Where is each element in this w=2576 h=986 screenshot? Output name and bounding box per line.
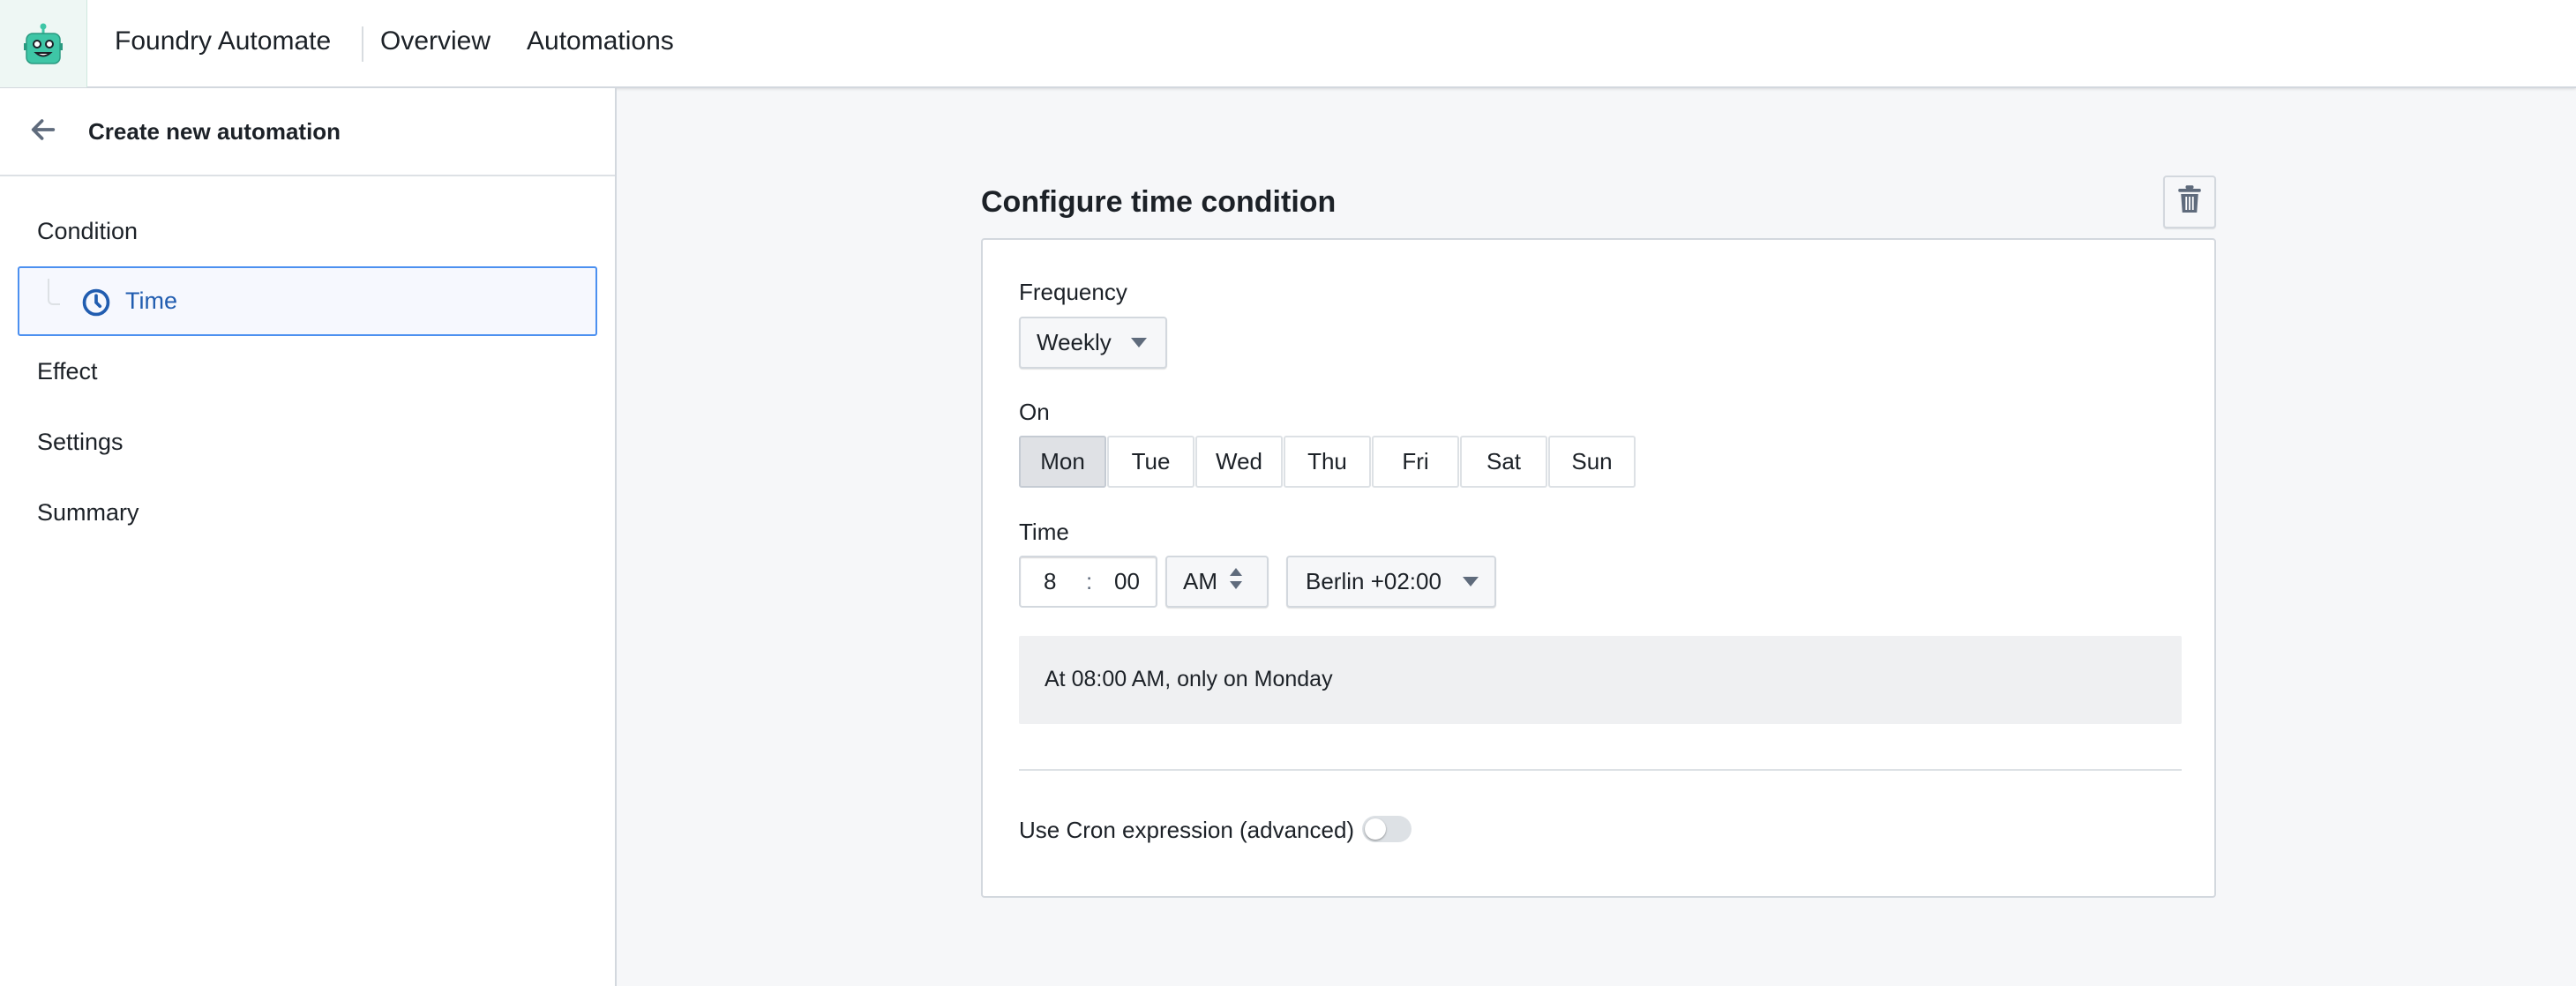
nav-automations[interactable]: Automations: [527, 26, 674, 56]
robot-logo-icon[interactable]: [0, 0, 87, 87]
sidebar-item-summary[interactable]: Summary: [37, 499, 139, 527]
frequency-select[interactable]: Weekly: [1019, 317, 1167, 369]
day-fri[interactable]: Fri: [1372, 436, 1459, 488]
day-sat[interactable]: Sat: [1460, 436, 1547, 488]
toggle-knob: [1365, 818, 1386, 840]
time-separator: :: [1086, 568, 1093, 594]
frequency-label: Frequency: [1019, 279, 1127, 305]
clock-icon: [81, 288, 111, 324]
ampm-select[interactable]: AM: [1165, 556, 1269, 608]
day-wed[interactable]: Wed: [1195, 436, 1283, 488]
hour-input[interactable]: 8: [1044, 568, 1056, 595]
day-sun[interactable]: Sun: [1548, 436, 1636, 488]
time-input[interactable]: 8 : 00: [1019, 556, 1157, 608]
divider: [1019, 769, 2182, 771]
schedule-summary: At 08:00 AM, only on Monday: [1019, 636, 2182, 724]
section-title: Configure time condition: [981, 185, 1337, 219]
day-mon[interactable]: Mon: [1019, 436, 1106, 488]
on-label: On: [1019, 399, 1050, 425]
day-thu[interactable]: Thu: [1284, 436, 1371, 488]
header-divider: [362, 26, 363, 62]
sidebar-item-label: Time: [125, 288, 177, 314]
minute-input[interactable]: 00: [1114, 568, 1140, 595]
caret-down-icon: [1130, 338, 1147, 347]
tree-connector: [48, 279, 60, 305]
sidebar-item-settings[interactable]: Settings: [37, 429, 124, 456]
summary-text: At 08:00 AM, only on Monday: [1045, 667, 1333, 691]
back-arrow-icon[interactable]: [28, 115, 58, 151]
timezone-select[interactable]: Berlin +02:00: [1286, 556, 1496, 608]
cron-label: Use Cron expression (advanced): [1019, 817, 1355, 843]
nav-overview[interactable]: Overview: [380, 26, 490, 56]
caret-updown-icon: [1228, 567, 1244, 596]
cron-toggle[interactable]: [1362, 816, 1412, 842]
timezone-value: Berlin +02:00: [1306, 568, 1442, 594]
sidebar-item-condition[interactable]: Condition: [37, 218, 138, 245]
top-header: Foundry Automate Overview Automations: [0, 0, 2576, 88]
day-tue[interactable]: Tue: [1107, 436, 1194, 488]
trash-icon: [2176, 184, 2203, 220]
frequency-value: Weekly: [1037, 329, 1112, 355]
time-condition-card: Frequency Weekly On Mon Tue Wed Thu Fri …: [981, 238, 2216, 898]
back-row: Create new automation: [0, 88, 615, 176]
app-title[interactable]: Foundry Automate: [115, 26, 331, 56]
time-label: Time: [1019, 519, 1069, 545]
caret-down-icon: [1462, 577, 1479, 586]
ampm-value: AM: [1183, 568, 1217, 594]
sidebar: Create new automation Condition Time Eff…: [0, 88, 617, 986]
sidebar-item-time[interactable]: Time: [18, 266, 597, 336]
delete-button[interactable]: [2163, 176, 2216, 228]
sidebar-item-effect[interactable]: Effect: [37, 358, 98, 385]
page-title: Create new automation: [88, 118, 341, 145]
